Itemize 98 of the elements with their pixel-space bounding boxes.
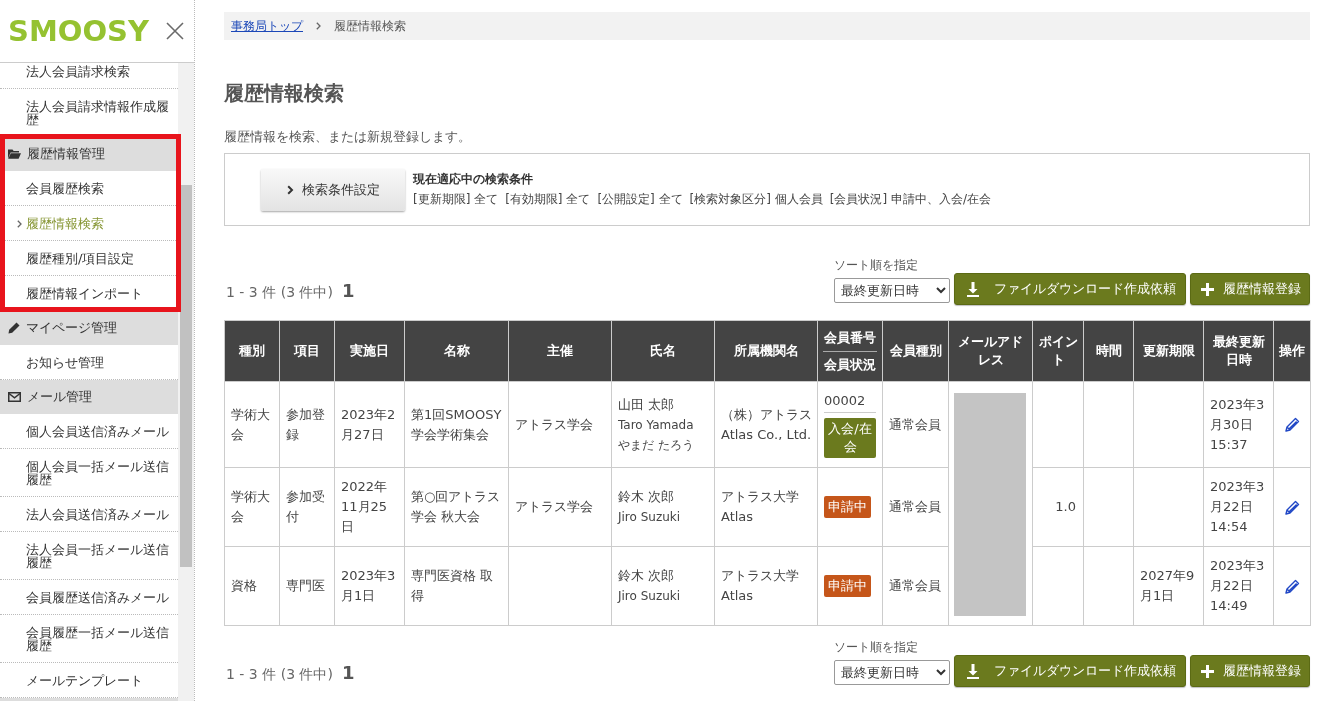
table-cell: 専門医資格 取得 (404, 546, 509, 626)
column-header: 種別 (224, 320, 280, 382)
person-name-kana: やまだ たろう (618, 436, 695, 454)
search-condition: [会員状況] 申請中、入会/在会 (829, 191, 991, 208)
pen-icon[interactable] (1284, 578, 1300, 595)
column-header: 会員番号 (823, 328, 877, 347)
sort-label: ソート順を指定 (834, 257, 918, 273)
sort-label: ソート順を指定 (834, 639, 918, 655)
table-cell: 参加受付 (279, 467, 335, 547)
plus-icon (1201, 664, 1214, 678)
search-condition: [有効期限] 全て (505, 191, 591, 208)
column-header: 項目 (279, 320, 335, 382)
sort-select[interactable]: 最終更新日時 (834, 660, 950, 685)
plus-icon (1201, 282, 1214, 296)
menu-group-header[interactable]: マイページ管理 (0, 311, 178, 345)
affiliation-name: アトラス大学 (721, 567, 800, 585)
scrollbar-thumb[interactable] (180, 185, 192, 567)
table-cell: 第1回SMOOSY学会学術集会 (404, 381, 509, 468)
table-cell: 1.0 (1032, 467, 1084, 547)
menu-item[interactable]: 履歴情報検索 (0, 206, 178, 241)
table-cell: 2027年9月1日 (1133, 546, 1204, 626)
download-icon (967, 663, 979, 679)
column-header: メールアドレス (948, 320, 1033, 382)
result-count: 1 - 3 件 (3 件中) (226, 284, 333, 302)
add-history-button[interactable]: 履歴情報登録 (1190, 655, 1310, 687)
person-name-romaji: Jiro Suzuki (618, 509, 682, 526)
breadcrumb-current: 履歴情報検索 (334, 17, 406, 35)
person-name-romaji: Jiro Suzuki (618, 588, 682, 605)
chevron-right-icon (17, 220, 22, 228)
table-cell: 2023年3月22日 14:54 (1203, 467, 1274, 547)
add-history-button[interactable]: 履歴情報登録 (1190, 273, 1310, 305)
pen-icon[interactable] (1284, 499, 1300, 516)
pencil-icon (8, 322, 20, 334)
chevron-right-icon (286, 184, 294, 195)
column-header: 操作 (1273, 320, 1311, 382)
affiliation-name: （株）アトラス (721, 405, 813, 424)
table-cell: 2023年2月27日 (334, 381, 405, 468)
member-number: 00002 (824, 391, 876, 413)
affiliation-name: アトラス大学 (721, 488, 800, 506)
status-badge: 申請中 (824, 575, 871, 597)
table-cell: 2023年3月1日 (334, 546, 405, 626)
search-condition: [公開設定] 全て (597, 191, 683, 208)
menu-item[interactable]: 会員履歴検索 (0, 171, 178, 206)
table-cell: 参加登録 (279, 381, 335, 468)
page-title: 履歴情報検索 (224, 80, 345, 106)
download-request-button[interactable]: ファイルダウンロード作成依頼 (954, 655, 1186, 687)
person-name: 鈴木 次郎 (618, 567, 676, 585)
table-cell: 専門医 (279, 546, 335, 626)
table-cell: 通常会員 (882, 381, 949, 468)
result-count: 1 - 3 件 (3 件中) (226, 666, 333, 684)
menu-item[interactable]: 履歴情報インポート (0, 276, 178, 311)
page-description: 履歴情報を検索、または新規登録します。 (224, 128, 472, 146)
table-cell: 学術大会 (224, 467, 280, 547)
status-badge: 入会/在会 (824, 418, 876, 458)
table-cell: 第○回アトラス学会 秋大会 (404, 467, 509, 547)
folder-icon (8, 149, 21, 159)
logo: SMOOSY (8, 14, 149, 48)
envelope-icon (8, 392, 21, 402)
person-name-romaji: Taro Yamada (618, 416, 695, 434)
search-conditions-button[interactable]: 検索条件設定 (261, 168, 405, 211)
affiliation-name-en: Atlas (721, 508, 755, 526)
status-badge: 申請中 (824, 496, 871, 518)
breadcrumb-link[interactable]: 事務局トップ (231, 17, 303, 35)
table-cell: 2023年3月22日 14:49 (1203, 546, 1274, 626)
close-icon[interactable] (166, 22, 184, 40)
search-condition: [検索対象区分] 個人会員 (689, 191, 823, 208)
chevron-right-icon (316, 22, 321, 30)
column-header: 名称 (404, 320, 509, 382)
column-header: 時間 (1083, 320, 1134, 382)
menu-group-header[interactable]: メール管理 (0, 380, 178, 414)
column-header: 最終更新日時 (1203, 320, 1274, 382)
page-number: 1 (341, 280, 355, 301)
table-cell: アトラス学会 (508, 381, 612, 468)
affiliation-name-en: Atlas Co., Ltd. (721, 425, 813, 444)
column-header: 会員種別 (882, 320, 949, 382)
page-number: 1 (341, 662, 355, 683)
column-header: 会員状況 (823, 350, 877, 375)
affiliation-name-en: Atlas (721, 587, 755, 605)
person-name: 山田 太郎 (618, 395, 676, 414)
person-name: 鈴木 次郎 (618, 488, 676, 506)
column-header: 主催 (508, 320, 612, 382)
column-header: 更新期限 (1133, 320, 1204, 382)
sort-select[interactable]: 最終更新日時 (834, 278, 950, 303)
table-cell: 学術大会 (224, 381, 280, 468)
column-header: 実施日 (334, 320, 405, 382)
table-cell: アトラス学会 (508, 467, 612, 547)
column-header: 所属機関名 (714, 320, 818, 382)
column-header: ポイント (1032, 320, 1084, 382)
table-cell: 資格 (224, 546, 280, 626)
table-cell: 2022年11月25日 (334, 467, 405, 547)
download-icon (967, 281, 979, 297)
download-request-button[interactable]: ファイルダウンロード作成依頼 (954, 273, 1186, 305)
column-header: 氏名 (611, 320, 715, 382)
conditions-caption: 現在適応中の検索条件 (413, 171, 534, 188)
search-condition: [更新期限] 全て (413, 191, 499, 208)
menu-item[interactable]: 履歴種別/項目設定 (0, 241, 178, 276)
table-cell: 2023年3月30日 15:37 (1203, 381, 1274, 468)
pen-icon[interactable] (1284, 417, 1300, 433)
